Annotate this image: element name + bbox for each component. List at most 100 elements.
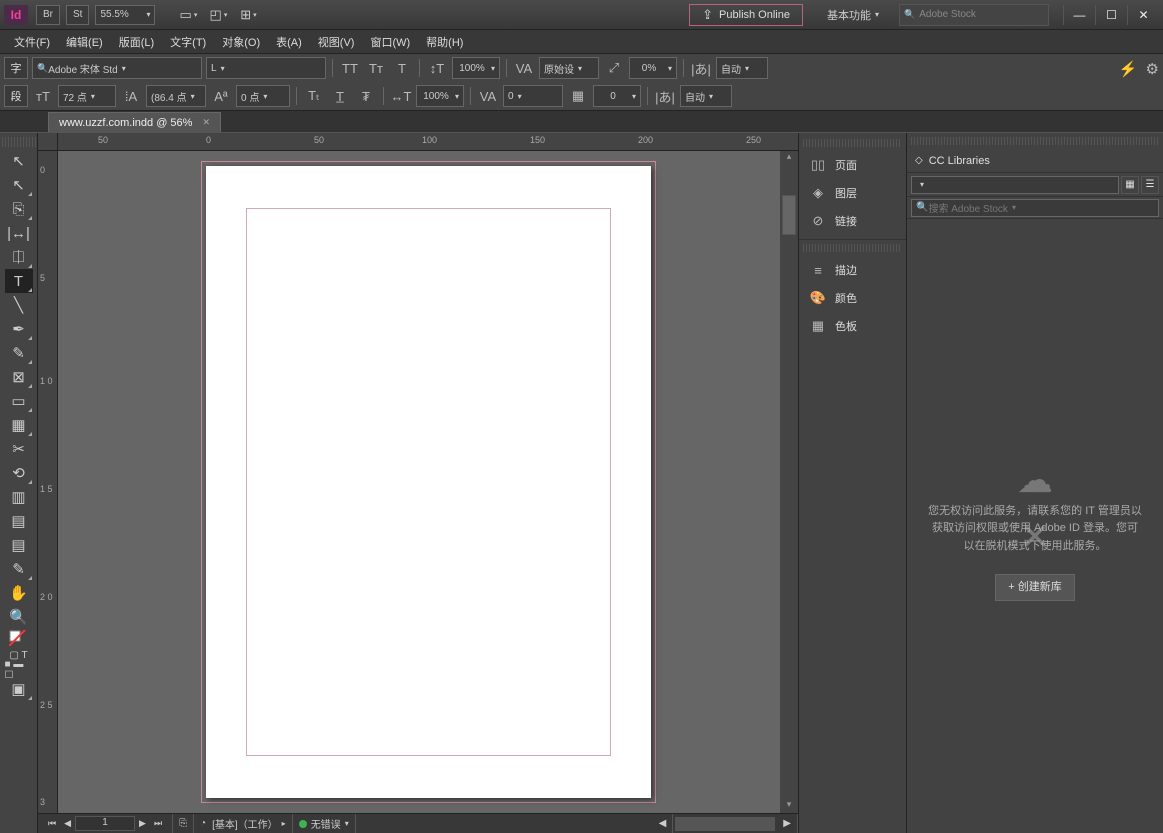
create-library-button[interactable]: + 创建新库: [995, 574, 1074, 602]
minimize-button[interactable]: —: [1063, 5, 1095, 25]
note-tool[interactable]: ▤: [5, 533, 33, 557]
allcaps-icon[interactable]: TT: [339, 57, 361, 79]
settings-icon[interactable]: ⚙: [1146, 60, 1159, 78]
superscript-icon[interactable]: T: [391, 57, 413, 79]
tracking-field[interactable]: 0: [503, 85, 563, 107]
hscale-field[interactable]: 100%: [416, 85, 464, 107]
panel-swatches[interactable]: ▦色板: [799, 312, 906, 340]
preflight-profile[interactable]: ◔[基本]（工作）▸: [194, 814, 293, 833]
font-size-field[interactable]: 72 点: [58, 85, 116, 107]
panel-grip-2[interactable]: [803, 244, 902, 252]
view-mode-toggle[interactable]: ▣: [5, 677, 33, 701]
kerning-select[interactable]: 原始设: [539, 57, 599, 79]
hand-tool[interactable]: ✋: [5, 581, 33, 605]
baseline-field[interactable]: 0 点: [236, 85, 290, 107]
selection-tool[interactable]: ↖: [5, 149, 33, 173]
document-tab[interactable]: www.uzzf.com.indd @ 56% ✕: [48, 112, 221, 132]
scale-pct-field[interactable]: 0%: [629, 57, 677, 79]
rectangle-tool[interactable]: ▭: [5, 389, 33, 413]
close-button[interactable]: ✕: [1127, 5, 1159, 25]
font-family-select[interactable]: 🔍 Adobe 宋体 Std: [32, 57, 202, 79]
pen-tool[interactable]: ✒: [5, 317, 33, 341]
cc-search-field[interactable]: 🔍 搜索 Adobe Stock: [911, 199, 1159, 217]
lang-row2-icon: |あ|: [654, 85, 676, 107]
auto-field-1[interactable]: 自动: [716, 57, 768, 79]
workspace-select[interactable]: 基本功能: [819, 4, 887, 26]
panel-layers[interactable]: ◈图层: [799, 179, 906, 207]
preflight-status[interactable]: 无错误▾: [293, 814, 356, 833]
pencil-tool[interactable]: ✎: [5, 341, 33, 365]
type-tool[interactable]: T: [5, 269, 33, 293]
char-label[interactable]: 字: [4, 57, 28, 79]
library-select[interactable]: [911, 176, 1119, 194]
vertical-scrollbar[interactable]: ▴ ▾: [780, 151, 798, 813]
horizontal-scrollbar[interactable]: [675, 817, 775, 831]
bridge-button[interactable]: Br: [36, 5, 60, 25]
auto-field-2[interactable]: 自动: [680, 85, 732, 107]
eyedropper-tool[interactable]: ✎: [5, 557, 33, 581]
screen-mode-icon[interactable]: ◰: [205, 5, 231, 25]
underline-icon[interactable]: T̲: [329, 85, 351, 107]
page-navigator[interactable]: ⏮◀ 1 ▶⏭: [38, 814, 173, 833]
ruler-origin[interactable]: [38, 133, 58, 151]
publish-online-button[interactable]: Publish Online: [689, 4, 803, 26]
flash-icon[interactable]: ⚡: [1119, 60, 1138, 78]
menu-type[interactable]: 文字(T): [162, 30, 214, 53]
font-style-select[interactable]: L: [206, 57, 326, 79]
title-bar: Id Br St 55.5% ▭ ◰ ⊞ Publish Online 基本功能…: [0, 0, 1163, 30]
cc-grip[interactable]: [911, 137, 1159, 145]
strike-icon[interactable]: ₮: [355, 85, 377, 107]
view-arrange-icon[interactable]: ▭: [175, 5, 201, 25]
zoom-select[interactable]: 55.5%: [95, 5, 155, 25]
grid-view-icon[interactable]: ▦: [1121, 176, 1139, 194]
menu-window[interactable]: 窗口(W): [362, 30, 418, 53]
page-tool[interactable]: ⎘: [5, 197, 33, 221]
menu-help[interactable]: 帮助(H): [418, 30, 471, 53]
hscroll-left[interactable]: ◀: [653, 814, 674, 833]
pasteboard[interactable]: [58, 151, 780, 813]
zoom-tool[interactable]: 🔍: [5, 605, 33, 629]
panel-grip[interactable]: [803, 139, 902, 147]
horizontal-ruler[interactable]: 50 0 50 100 150 200 250: [58, 133, 798, 151]
free-transform-tool[interactable]: ⟲: [5, 461, 33, 485]
smallcaps-icon[interactable]: Tᴛ: [365, 57, 387, 79]
maximize-button[interactable]: ☐: [1095, 5, 1127, 25]
menu-view[interactable]: 视图(V): [310, 30, 363, 53]
gap-tool[interactable]: |↔|: [5, 221, 33, 245]
menu-object[interactable]: 对象(O): [214, 30, 268, 53]
content-collector-tool[interactable]: ⎅: [5, 245, 33, 269]
scissors-tool[interactable]: ✂: [5, 437, 33, 461]
view-options-icon[interactable]: ⊞: [235, 5, 261, 25]
open-dialog-icon[interactable]: ⎘: [173, 814, 194, 833]
gradient-swatch-tool[interactable]: ▥: [5, 485, 33, 509]
line-tool[interactable]: ╲: [5, 293, 33, 317]
panel-links[interactable]: ⊘链接: [799, 207, 906, 235]
panel-color[interactable]: 🎨颜色: [799, 284, 906, 312]
stock-button[interactable]: St: [66, 5, 89, 25]
para-label[interactable]: 段: [4, 85, 28, 107]
menu-file[interactable]: 文件(F): [6, 30, 58, 53]
grid-tool[interactable]: ▦: [5, 413, 33, 437]
subscript-icon[interactable]: Tₜ: [303, 85, 325, 107]
menu-layout[interactable]: 版面(L): [111, 30, 162, 53]
fill-stroke-swap[interactable]: [5, 629, 33, 647]
cc-panel-tab[interactable]: ◇CC Libraries: [907, 149, 1163, 173]
vertical-ruler[interactable]: 0 5 1 0 1 5 2 0 2 5 3: [38, 151, 58, 813]
rectangle-frame-tool[interactable]: ⊠: [5, 365, 33, 389]
vscale-field[interactable]: 100%: [452, 57, 500, 79]
page-number-field[interactable]: 1: [75, 816, 135, 831]
tab-close-icon[interactable]: ✕: [202, 117, 210, 128]
list-view-icon[interactable]: ☰: [1141, 176, 1159, 194]
track-pct-field[interactable]: 0: [593, 85, 641, 107]
gradient-feather-tool[interactable]: ▤: [5, 509, 33, 533]
menu-edit[interactable]: 编辑(E): [58, 30, 111, 53]
page[interactable]: [206, 166, 651, 798]
direct-selection-tool[interactable]: ↖: [5, 173, 33, 197]
leading-field[interactable]: (86.4 点: [146, 85, 206, 107]
menu-table[interactable]: 表(A): [268, 30, 310, 53]
default-colors-icon[interactable]: ■ ▬ ☐: [5, 663, 33, 677]
panel-pages[interactable]: ▯▯页面: [799, 151, 906, 179]
hscroll-right[interactable]: ▶: [777, 814, 798, 833]
panel-stroke[interactable]: ≡描边: [799, 256, 906, 284]
adobe-stock-search[interactable]: Adobe Stock: [899, 4, 1049, 26]
